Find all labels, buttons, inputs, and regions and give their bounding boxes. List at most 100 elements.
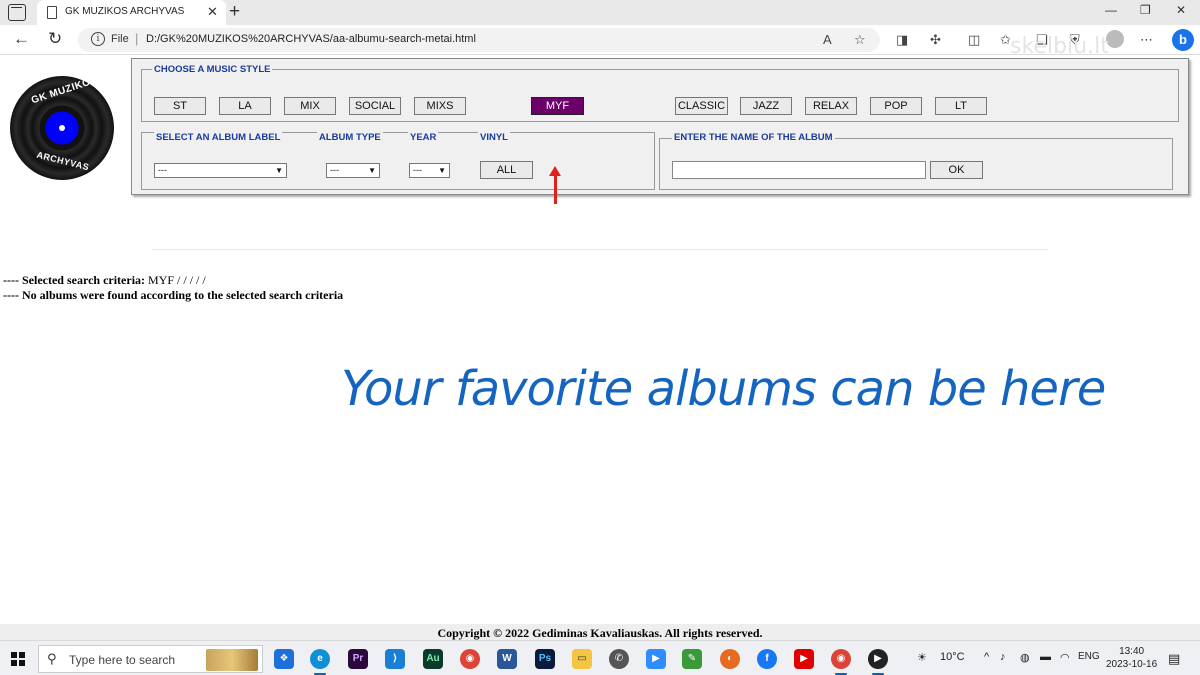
bing-icon[interactable]: b [1172, 29, 1194, 51]
extension-icon[interactable]: ◨ [896, 32, 908, 48]
ok-button[interactable]: OK [930, 161, 983, 179]
logo-center [59, 125, 65, 131]
style-button-la[interactable]: LA [219, 97, 271, 115]
minimize-icon[interactable]: — [1105, 3, 1117, 17]
more-menu-icon[interactable]: ⋯ [1140, 32, 1153, 48]
read-aloud-icon[interactable]: A [823, 32, 832, 47]
album-type-legend: ALBUM TYPE [317, 132, 383, 143]
battery-icon[interactable]: ▬ [1040, 651, 1051, 663]
vinyl-legend: VINYL [478, 132, 510, 143]
tray-chevron-icon[interactable]: ^ [984, 651, 989, 663]
vinyl-all-button[interactable]: ALL [480, 161, 533, 179]
back-icon[interactable]: ← [13, 30, 30, 48]
whatsapp-icon[interactable]: ✆ [609, 649, 629, 669]
chrome-icon-2[interactable]: ◉ [831, 649, 851, 675]
album-name-input[interactable] [672, 161, 926, 179]
info-icon[interactable]: i [91, 32, 105, 46]
youtube-icon[interactable]: ▶ [794, 649, 814, 669]
album-name-legend: ENTER THE NAME OF THE ALBUM [672, 132, 835, 143]
selected-criteria-line: ---- Selected search criteria: MYF / / /… [3, 273, 206, 288]
year-legend: YEAR [408, 132, 439, 143]
wifi-icon[interactable]: ◠ [1060, 651, 1070, 664]
browser-tab[interactable]: GK MUZIKOS ARCHYVAS ✕ [37, 0, 226, 25]
language-indicator[interactable]: ENG [1078, 651, 1100, 662]
criteria-prefix: ---- [3, 273, 22, 287]
split-screen-icon[interactable]: ◫ [968, 32, 980, 48]
windows-taskbar: ⚲ Type here to search ❖ e Pr ⟩ Au ◉ W Ps… [0, 640, 1200, 675]
logo-top-text: GK MUZIKOS [29, 74, 99, 107]
copyright-text: Copyright © 2022 Gediminas Kavaliauskas.… [437, 626, 763, 640]
search-panel: CHOOSE A MUSIC STYLE ST LA MIX SOCIAL MI… [131, 58, 1189, 195]
facebook-icon[interactable]: f [757, 649, 777, 669]
style-button-classic[interactable]: CLASSIC [675, 97, 728, 115]
page-icon [47, 6, 57, 19]
style-button-social[interactable]: SOCIAL [349, 97, 401, 115]
promo-banner: Your favorite albums can be here [341, 361, 1106, 417]
windows-start-icon[interactable] [11, 652, 25, 666]
criteria-value: MYF / / / / / [145, 273, 206, 287]
clock-date: 2023-10-16 [1106, 659, 1158, 670]
weather-temperature[interactable]: 10°C [940, 651, 965, 663]
file-explorer-icon[interactable]: ▭ [572, 649, 592, 669]
style-button-st[interactable]: ST [154, 97, 206, 115]
vinyl-logo: GK MUZIKOS ARCHYVAS [10, 74, 114, 180]
image-viewer-icon[interactable]: ✎ [682, 649, 702, 669]
restore-icon[interactable]: ❐ [1140, 3, 1151, 17]
zoom-icon[interactable]: ▶ [646, 649, 666, 669]
year-select-value: --- [413, 165, 422, 175]
divider [152, 249, 1048, 250]
tab-actions-icon[interactable] [8, 4, 26, 21]
close-tab-icon[interactable]: ✕ [207, 4, 218, 20]
search-highlight-image [206, 649, 258, 671]
dropbox-icon[interactable]: ❖ [274, 649, 294, 669]
album-type-select[interactable]: --- ▼ [326, 163, 380, 178]
tab-strip: GK MUZIKOS ARCHYVAS ✕ + — ❐ ✕ [0, 0, 1200, 25]
chevron-down-icon: ▼ [368, 166, 376, 175]
url-scheme: File [111, 33, 129, 45]
address-bar[interactable]: i File | D:/GK%20MUZIKOS%20ARCHYVAS/aa-a… [78, 28, 880, 52]
style-button-mixs[interactable]: MIXS [414, 97, 466, 115]
style-button-relax[interactable]: RELAX [805, 97, 857, 115]
chrome-icon[interactable]: ◉ [460, 649, 480, 669]
style-button-myf[interactable]: MYF [531, 97, 584, 115]
puzzle-icon[interactable]: ✣ [930, 32, 941, 48]
page-content: GK MUZIKOS ARCHYVAS CHOOSE A MUSIC STYLE… [0, 56, 1200, 640]
volume-icon[interactable]: ♪ [1000, 651, 1006, 663]
media-player-icon[interactable]: ▶ [868, 649, 888, 675]
album-label-select-value: --- [158, 165, 167, 175]
style-button-lt[interactable]: LT [935, 97, 987, 115]
year-select[interactable]: --- ▼ [409, 163, 450, 178]
photoshop-icon[interactable]: Ps [535, 649, 555, 669]
taskbar-search[interactable]: ⚲ Type here to search [38, 645, 263, 673]
clock-time: 13:40 [1119, 646, 1145, 657]
url-text[interactable]: D:/GK%20MUZIKOS%20ARCHYVAS/aa-albumu-sea… [146, 33, 476, 45]
tab-title: GK MUZIKOS ARCHYVAS [65, 6, 185, 17]
music-style-legend: CHOOSE A MUSIC STYLE [154, 64, 271, 75]
edge-icon[interactable]: e [310, 649, 330, 675]
album-label-legend: SELECT AN ALBUM LABEL [154, 132, 283, 143]
search-icon: ⚲ [47, 651, 57, 666]
system-clock[interactable]: 13:40 2023-10-16 [1106, 645, 1157, 671]
taskbar-search-placeholder: Type here to search [69, 653, 176, 667]
word-icon[interactable]: W [497, 649, 517, 669]
style-button-pop[interactable]: POP [870, 97, 922, 115]
microphone-icon[interactable]: ◍ [1020, 651, 1030, 664]
close-window-icon[interactable]: ✕ [1176, 3, 1186, 17]
premiere-icon[interactable]: Pr [348, 649, 368, 669]
firefox-icon[interactable]: ◐ [720, 649, 740, 669]
weather-icon[interactable]: ☀ [917, 651, 927, 664]
no-albums-message: ---- No albums were found according to t… [3, 288, 344, 302]
style-button-mix[interactable]: MIX [284, 97, 336, 115]
notifications-icon[interactable]: ▤ [1168, 651, 1180, 667]
album-label-select[interactable]: --- ▼ [154, 163, 287, 178]
refresh-icon[interactable]: ↻ [48, 30, 62, 48]
chevron-down-icon: ▼ [438, 166, 446, 175]
style-button-jazz[interactable]: JAZZ [740, 97, 792, 115]
criteria-label: Selected search criteria: [21, 273, 146, 287]
favorite-star-icon[interactable]: ☆ [854, 32, 866, 48]
vscode-icon[interactable]: ⟩ [385, 649, 405, 669]
url-separator: | [135, 31, 139, 46]
audition-icon[interactable]: Au [423, 649, 443, 669]
album-type-select-value: --- [330, 165, 339, 175]
new-tab-icon[interactable]: + [229, 1, 240, 23]
